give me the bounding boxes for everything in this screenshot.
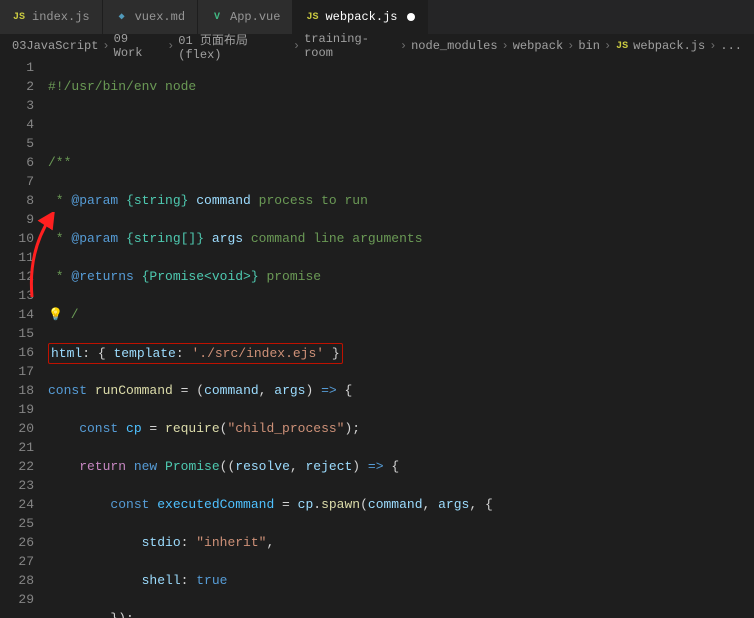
chevron-right-icon: › xyxy=(604,39,611,53)
chevron-right-icon: › xyxy=(502,39,509,53)
lightbulb-icon[interactable]: 💡 xyxy=(48,308,63,322)
error-highlight: html: { template: './src/index.ejs' } xyxy=(48,343,343,364)
crumb[interactable]: node_modules xyxy=(411,39,497,53)
tab-webpack-js[interactable]: JS webpack.js xyxy=(293,0,428,34)
breadcrumb[interactable]: 03JavaScript› 09 Work› 01 页面布局(flex)› tr… xyxy=(0,35,754,57)
chevron-right-icon: › xyxy=(567,39,574,53)
code-content[interactable]: #!/usr/bin/env node /** * @param {string… xyxy=(48,57,754,618)
tab-bar: JS index.js ◆ vuex.md V App.vue JS webpa… xyxy=(0,0,754,35)
chevron-right-icon: › xyxy=(102,39,109,53)
tab-label: webpack.js xyxy=(325,10,397,24)
crumb[interactable]: training-room xyxy=(304,32,396,60)
crumb[interactable]: bin xyxy=(578,39,600,53)
dirty-indicator-icon xyxy=(407,13,415,21)
tab-app-vue[interactable]: V App.vue xyxy=(198,0,293,34)
tab-index-js[interactable]: JS index.js xyxy=(0,0,103,34)
chevron-right-icon: › xyxy=(167,39,174,53)
chevron-right-icon: › xyxy=(709,39,716,53)
tab-label: App.vue xyxy=(230,10,280,24)
chevron-right-icon: › xyxy=(400,39,407,53)
tab-label: vuex.md xyxy=(135,10,185,24)
crumb[interactable]: webpack xyxy=(513,39,563,53)
crumb-tail[interactable]: ... xyxy=(720,39,742,53)
code-editor[interactable]: 1234567891011121314151617181920212223242… xyxy=(0,57,754,618)
crumb-file[interactable]: JSwebpack.js xyxy=(615,39,705,53)
line-number-gutter: 1234567891011121314151617181920212223242… xyxy=(0,57,48,618)
chevron-right-icon: › xyxy=(293,39,300,53)
js-icon: JS xyxy=(12,10,26,24)
crumb[interactable]: 03JavaScript xyxy=(12,39,98,53)
crumb[interactable]: 09 Work xyxy=(114,32,163,60)
vue-icon: V xyxy=(210,10,224,24)
tab-vuex-md[interactable]: ◆ vuex.md xyxy=(103,0,198,34)
js-icon: JS xyxy=(615,39,629,53)
js-icon: JS xyxy=(305,10,319,24)
tab-label: index.js xyxy=(32,10,90,24)
md-icon: ◆ xyxy=(115,10,129,24)
